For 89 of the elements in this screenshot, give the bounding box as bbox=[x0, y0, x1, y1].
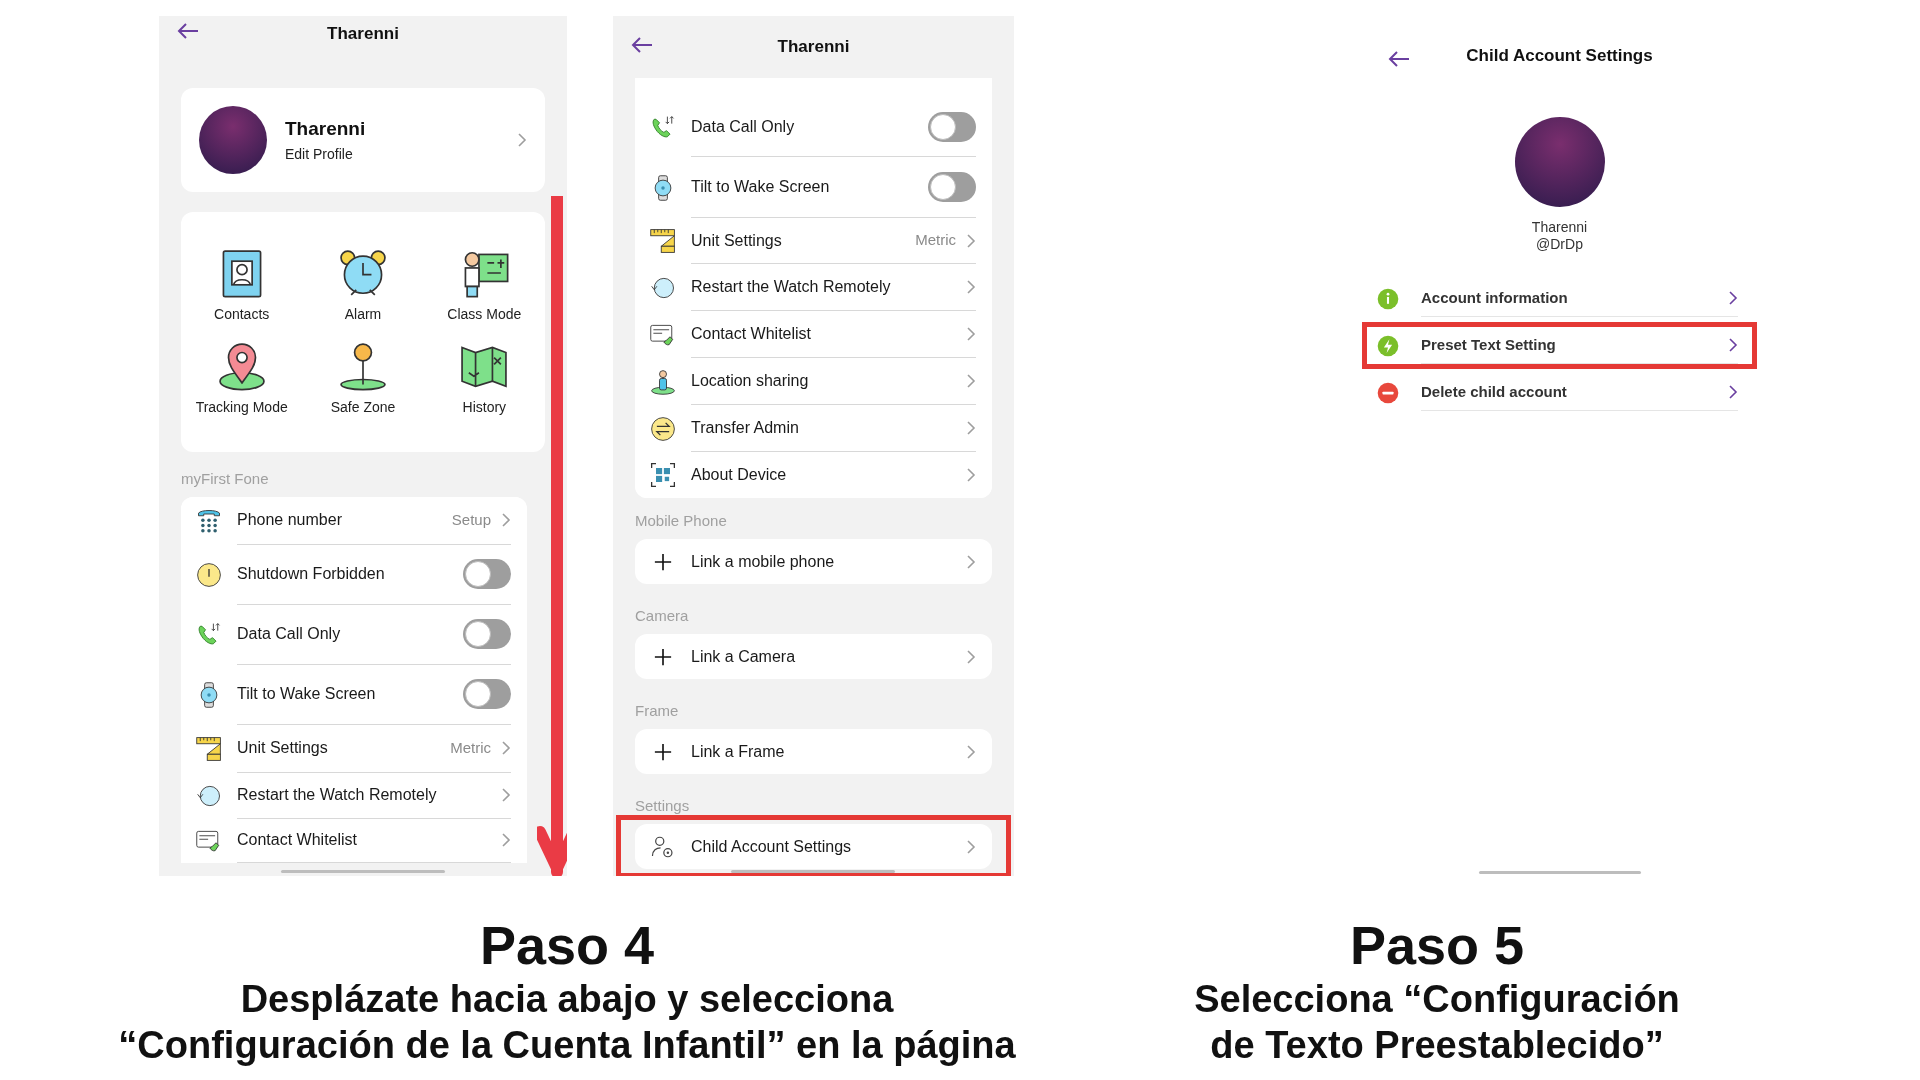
chevron-right-icon bbox=[1728, 290, 1738, 306]
chevron-right-icon bbox=[501, 740, 511, 756]
chevron-right-icon bbox=[966, 373, 976, 389]
feature-shortcut[interactable]: Alarm bbox=[302, 246, 424, 325]
toggle-switch[interactable] bbox=[928, 172, 976, 202]
chevron-right-icon bbox=[966, 553, 976, 570]
chevron-right-icon bbox=[517, 132, 527, 148]
link-row[interactable]: Link a mobile phone bbox=[635, 539, 992, 584]
chevron-right-icon bbox=[966, 743, 976, 760]
row-label: Contact Whitelist bbox=[691, 324, 813, 344]
section-heading: Settings bbox=[635, 797, 691, 815]
row-label: Unit Settings bbox=[691, 230, 783, 251]
row-label: Restart the Watch Remotely bbox=[691, 277, 892, 297]
link-row[interactable]: Link a Camera bbox=[635, 634, 992, 679]
chevron-right-icon bbox=[501, 787, 511, 803]
row-value: Metric bbox=[915, 230, 956, 251]
qr-code-icon bbox=[649, 461, 677, 489]
row-label: Link a Frame bbox=[691, 741, 786, 762]
chevron-right-icon bbox=[1728, 384, 1738, 400]
row-label: Restart the Watch Remotely bbox=[237, 785, 438, 805]
menu-row[interactable]: Delete child account bbox=[1367, 374, 1752, 411]
menu-row[interactable]: Account information bbox=[1367, 280, 1752, 317]
row-label: Link a Camera bbox=[691, 646, 797, 667]
section-heading: myFirst Fone bbox=[181, 469, 270, 489]
step-instruction: Desplázate hacia abajo y selecciona “Configuración de la Cuenta Infantil” en la página bbox=[118, 977, 1016, 1068]
row-label: Tilt to Wake Screen bbox=[691, 177, 831, 197]
profile-name: Tharenni bbox=[285, 117, 367, 142]
row-label: About Device bbox=[691, 465, 788, 485]
chevron-right-icon bbox=[501, 512, 511, 528]
step-title: Paso 4 bbox=[479, 914, 655, 976]
step-title: Paso 5 bbox=[1349, 914, 1525, 976]
menu-row[interactable]: Preset Text Setting bbox=[1367, 327, 1752, 364]
row-label: Account information bbox=[1421, 287, 1569, 308]
section-heading: Camera bbox=[635, 607, 690, 625]
link-row[interactable]: Link a Frame bbox=[635, 729, 992, 774]
row-value: Metric bbox=[450, 737, 491, 758]
chevron-right-icon bbox=[966, 279, 976, 295]
chevron-right-icon bbox=[501, 832, 511, 848]
minus-circle-icon bbox=[1377, 381, 1399, 404]
row-label: Unit Settings bbox=[237, 738, 329, 758]
toggle-switch[interactable] bbox=[463, 679, 511, 709]
link-row[interactable]: Child Account Settings bbox=[635, 824, 992, 869]
back-arrow-icon[interactable] bbox=[631, 36, 653, 54]
row-label: Delete child account bbox=[1421, 381, 1568, 402]
feature-shortcut[interactable]: Safe Zone bbox=[302, 339, 424, 418]
ruler-icon bbox=[195, 734, 223, 763]
chevron-right-icon bbox=[966, 838, 976, 855]
edit-profile-link[interactable]: Edit Profile bbox=[285, 143, 499, 165]
screen-title: Child Account Settings bbox=[1466, 44, 1653, 67]
feature-shortcut[interactable]: Contacts bbox=[181, 246, 303, 325]
screen-title: Tharenni bbox=[327, 23, 399, 46]
screen-title: Tharenni bbox=[777, 36, 850, 59]
chevron-right-icon bbox=[966, 648, 976, 665]
row-label: Shutdown Forbidden bbox=[237, 564, 386, 584]
row-label: Preset Text Setting bbox=[1421, 334, 1557, 355]
chevron-right-icon bbox=[1728, 337, 1738, 353]
back-arrow-icon[interactable] bbox=[177, 22, 199, 40]
feature-shortcut[interactable]: Class Mode bbox=[423, 246, 545, 325]
row-label: Phone number bbox=[237, 510, 343, 530]
section-heading: Mobile Phone bbox=[635, 512, 728, 530]
toggle-switch[interactable] bbox=[928, 112, 976, 142]
row-label: Transfer Admin bbox=[691, 418, 800, 438]
lightning-icon bbox=[1377, 334, 1399, 357]
swap-arrows-icon bbox=[649, 414, 677, 443]
toggle-switch[interactable] bbox=[463, 559, 511, 589]
row-label: Contact Whitelist bbox=[237, 830, 359, 850]
info-icon bbox=[1377, 287, 1399, 310]
chevron-right-icon bbox=[966, 232, 976, 249]
profile-card[interactable]: Tharenni Edit Profile bbox=[181, 88, 545, 192]
feature-shortcut[interactable]: Tracking Mode bbox=[181, 339, 303, 418]
feature-shortcut[interactable]: History bbox=[423, 339, 545, 418]
step-instruction: Selecciona “Configuración de Texto Preestablecido” bbox=[1194, 977, 1680, 1068]
row-label: Data Call Only bbox=[691, 117, 796, 137]
row-value: Setup bbox=[451, 509, 491, 530]
row-label: Data Call Only bbox=[237, 624, 342, 644]
ruler-icon bbox=[649, 227, 677, 255]
toggle-switch[interactable] bbox=[463, 619, 511, 649]
chevron-right-icon bbox=[966, 420, 976, 436]
person-on-spot-icon bbox=[649, 367, 677, 396]
chevron-right-icon bbox=[966, 326, 976, 342]
row-label: Child Account Settings bbox=[691, 836, 853, 857]
row-label: Link a mobile phone bbox=[691, 551, 836, 572]
row-label: Location sharing bbox=[691, 371, 810, 391]
back-arrow-icon[interactable] bbox=[1388, 50, 1410, 68]
chevron-right-icon bbox=[966, 467, 976, 483]
section-heading: Frame bbox=[635, 702, 680, 720]
child-name: Tharenni bbox=[1531, 219, 1588, 236]
child-handle: @DrDp bbox=[1536, 236, 1583, 253]
row-label: Tilt to Wake Screen bbox=[237, 684, 377, 704]
